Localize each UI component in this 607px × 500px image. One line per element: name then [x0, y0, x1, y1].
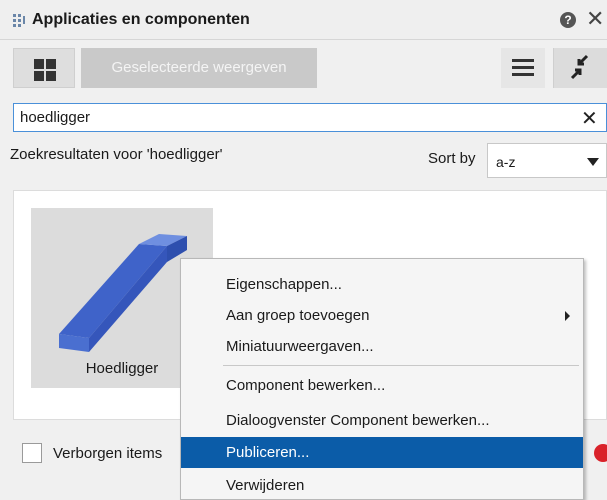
context-menu: Eigenschappen... Aan groep toevoegen Min…	[180, 258, 584, 500]
collapse-button[interactable]	[553, 48, 607, 88]
show-selected-button[interactable]: Geselecteerde weergeven	[81, 48, 317, 88]
beam-3d-icon	[59, 234, 187, 352]
close-panel-icon[interactable]: ✕	[586, 6, 604, 32]
panel-titlebar[interactable]: Applicaties en componenten ? ✕	[0, 0, 607, 40]
sort-by-label: Sort by	[428, 150, 476, 167]
menu-item-thumbnails[interactable]: Miniatuurweergaven...	[181, 331, 583, 362]
menu-button[interactable]	[501, 48, 545, 88]
applications-components-panel: Applicaties en componenten ? ✕ Geselecte…	[0, 0, 607, 500]
error-status-icon[interactable]	[594, 444, 607, 462]
menu-separator	[223, 365, 579, 366]
collapse-arrows-icon	[570, 54, 589, 80]
menu-item-publish[interactable]: Publiceren...	[181, 437, 583, 468]
dropdown-arrow-icon	[587, 158, 599, 166]
menu-item-edit-component-dialog[interactable]: Dialoogvenster Component bewerken...	[181, 405, 583, 436]
help-icon[interactable]: ?	[560, 12, 576, 28]
search-results-label: Zoekresultaten voor 'hoedligger'	[10, 146, 223, 163]
menu-item-add-to-group-label: Aan groep toevoegen	[226, 307, 370, 324]
panel-toolbar: Geselecteerde weergeven	[0, 41, 607, 93]
clear-search-icon[interactable]: ✕	[581, 106, 598, 131]
menu-item-delete[interactable]: Verwijderen	[181, 470, 583, 500]
panel-title: Applicaties en componenten	[32, 11, 250, 28]
submenu-arrow-icon	[565, 311, 570, 321]
hidden-items-checkbox[interactable]	[22, 443, 42, 463]
tile-view-button[interactable]	[13, 48, 75, 88]
sort-order-value: a-z	[496, 154, 516, 170]
menu-item-properties[interactable]: Eigenschappen...	[181, 269, 583, 300]
menu-item-edit-component[interactable]: Component bewerken...	[181, 370, 583, 401]
sort-order-select[interactable]: a-z	[487, 143, 607, 178]
search-input[interactable]	[14, 104, 564, 131]
search-box: ✕	[13, 103, 607, 132]
drag-grip-icon[interactable]	[12, 13, 26, 27]
hidden-items-label: Verborgen items	[53, 445, 163, 462]
menu-item-add-to-group[interactable]: Aan groep toevoegen	[181, 300, 583, 331]
